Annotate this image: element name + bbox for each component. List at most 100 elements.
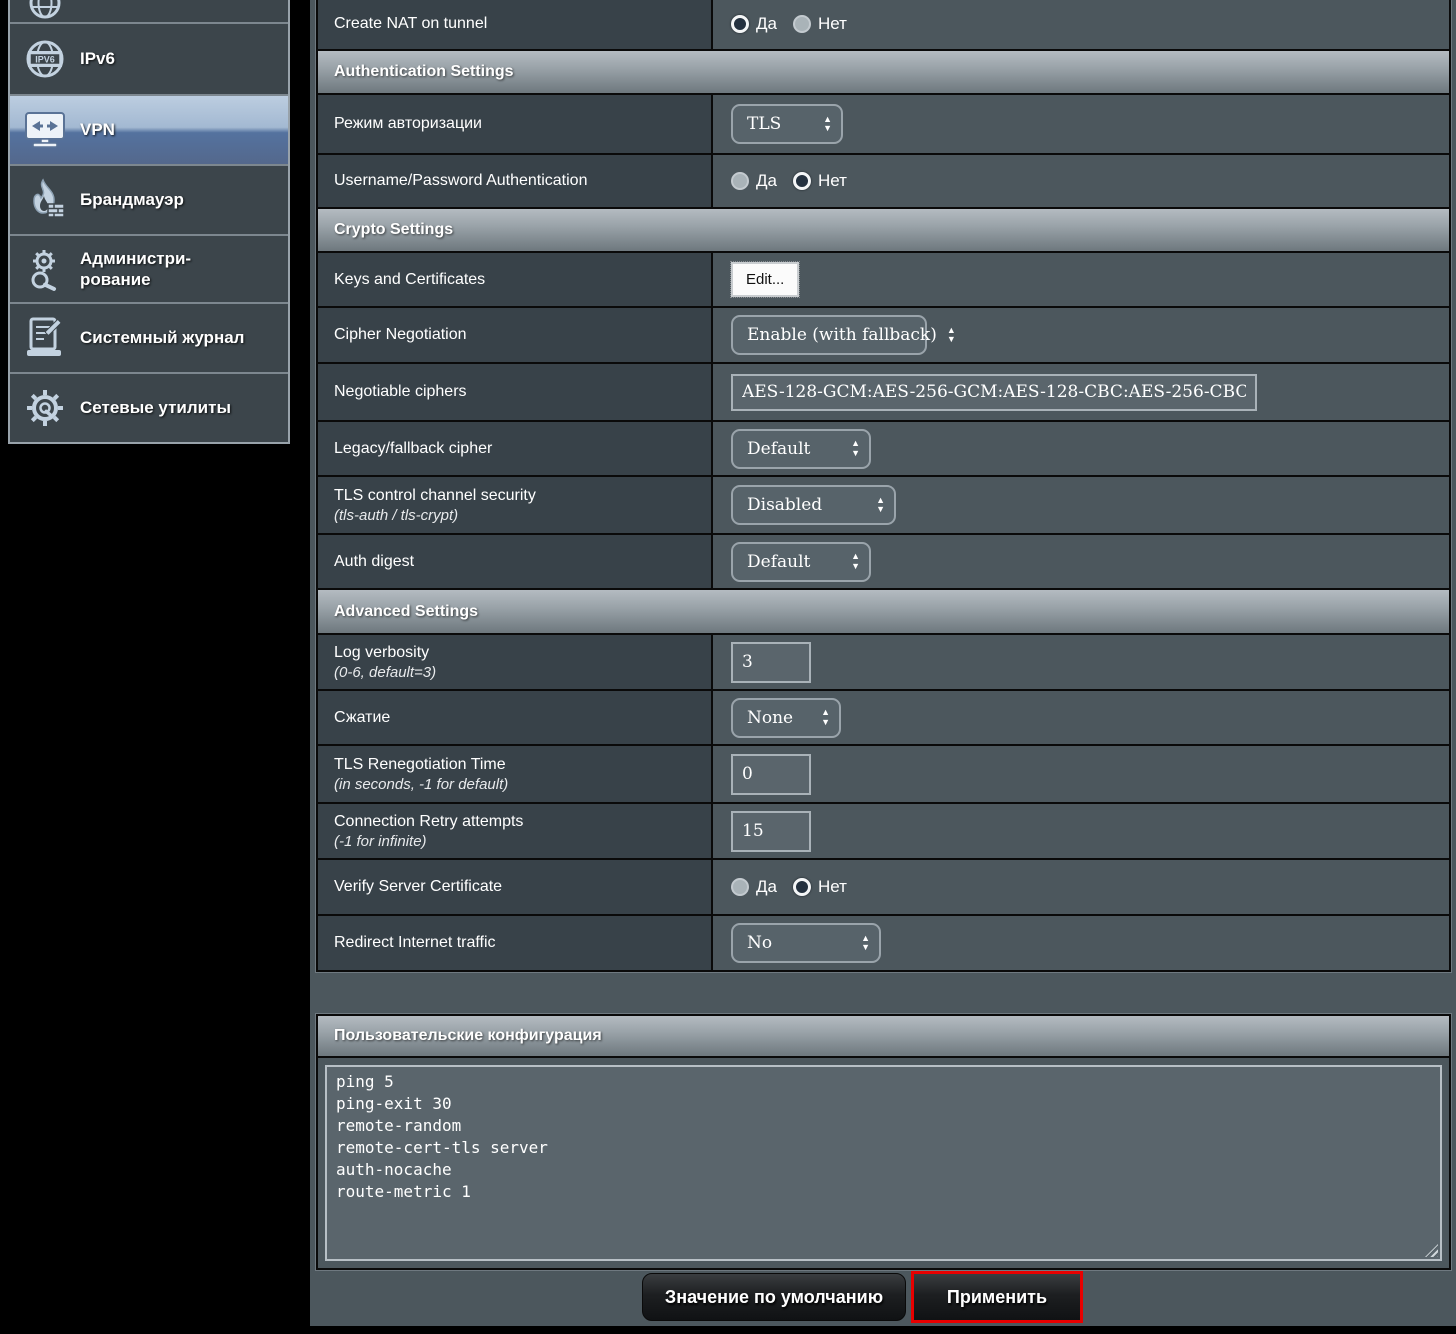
setting-label: Negotiable ciphers bbox=[334, 383, 701, 401]
sidebar-item-label: IPv6 bbox=[80, 48, 115, 69]
radio-no[interactable] bbox=[793, 172, 811, 190]
default-values-button[interactable]: Значение по умолчанию bbox=[642, 1273, 906, 1321]
redirect-traffic-select[interactable]: No ▲▼ bbox=[731, 923, 881, 963]
row-cipher-negotiation: Cipher Negotiation Enable (with fallback… bbox=[318, 308, 1449, 364]
select-arrows-icon: ▲▼ bbox=[861, 934, 870, 953]
radio-no-label: Нет bbox=[818, 171, 847, 191]
setting-label: TLS Renegotiation Time bbox=[334, 756, 701, 774]
select-arrows-icon: ▲▼ bbox=[851, 439, 860, 458]
radio-yes-label: Да bbox=[756, 877, 777, 897]
sidebar-item-label: Администри- рование bbox=[80, 248, 191, 291]
row-keys-certificates: Keys and Certificates Edit... bbox=[318, 253, 1449, 308]
radio-no-label: Нет bbox=[818, 14, 847, 34]
radio-no[interactable] bbox=[793, 15, 811, 33]
row-legacy-cipher: Legacy/fallback cipher Default ▲▼ bbox=[318, 422, 1449, 477]
select-arrows-icon: ▲▼ bbox=[823, 115, 832, 134]
radio-no[interactable] bbox=[793, 878, 811, 896]
setting-label: Connection Retry attempts bbox=[334, 813, 701, 831]
setting-label: Create NAT on tunnel bbox=[334, 15, 701, 33]
auth-mode-select[interactable]: TLS ▲▼ bbox=[731, 104, 843, 144]
vpn-settings-table: Create NAT on tunnel Да Нет Authenticati… bbox=[316, 0, 1451, 972]
retry-attempts-input[interactable] bbox=[731, 811, 811, 852]
sidebar-item-vpn[interactable]: VPN bbox=[10, 96, 288, 166]
row-create-nat: Create NAT on tunnel Да Нет bbox=[318, 0, 1449, 51]
setting-label: Legacy/fallback cipher bbox=[334, 440, 701, 458]
compression-select[interactable]: None ▲▼ bbox=[731, 698, 841, 738]
radio-no-label: Нет bbox=[818, 877, 847, 897]
radio-yes[interactable] bbox=[731, 15, 749, 33]
custom-config-field: ping 5 ping-exit 30 remote-random remote… bbox=[325, 1065, 1442, 1261]
row-compression: Сжатие None ▲▼ bbox=[318, 691, 1449, 746]
userpass-radio-group: Да Нет bbox=[731, 171, 863, 191]
tls-control-security-select[interactable]: Disabled ▲▼ bbox=[731, 485, 896, 525]
row-tls-renegotiation: TLS Renegotiation Time (in seconds, -1 f… bbox=[318, 746, 1449, 804]
custom-config-header: Пользовательские конфигурация bbox=[318, 1016, 1449, 1058]
setting-sublabel: (0-6, default=3) bbox=[334, 664, 701, 681]
sidebar-item-administration[interactable]: Администри- рование bbox=[10, 236, 288, 304]
setting-label: Verify Server Certificate bbox=[334, 878, 701, 896]
row-userpass-auth: Username/Password Authentication Да Нет bbox=[318, 155, 1449, 209]
custom-config-textarea[interactable]: ping 5 ping-exit 30 remote-random remote… bbox=[327, 1067, 1440, 1259]
create-nat-radio-group: Да Нет bbox=[731, 14, 863, 34]
partial-globe-icon bbox=[22, 0, 68, 21]
apply-button-highlight: Применить bbox=[911, 1271, 1083, 1323]
tls-renegotiation-input[interactable] bbox=[731, 754, 811, 795]
apply-button[interactable]: Применить bbox=[914, 1274, 1080, 1320]
radio-yes-label: Да bbox=[756, 14, 777, 34]
log-verbosity-input[interactable] bbox=[731, 642, 811, 683]
negotiable-ciphers-input[interactable] bbox=[731, 374, 1257, 411]
footer-actions: Значение по умолчанию Применить bbox=[310, 1270, 1456, 1326]
firewall-flame-icon bbox=[22, 178, 68, 222]
main-content: Create NAT on tunnel Да Нет Authenticati… bbox=[310, 0, 1456, 1326]
row-auth-digest: Auth digest Default ▲▼ bbox=[318, 535, 1449, 590]
setting-sublabel: (in seconds, -1 for default) bbox=[334, 776, 701, 793]
setting-label: Сжатие bbox=[334, 709, 701, 727]
ipv6-globe-icon: IPV6 bbox=[22, 38, 68, 80]
select-arrows-icon: ▲▼ bbox=[851, 552, 860, 571]
row-tls-control-security: TLS control channel security (tls-auth /… bbox=[318, 477, 1449, 535]
sidebar-item-firewall[interactable]: Брандмауэр bbox=[10, 166, 288, 236]
sidebar-item-partial[interactable] bbox=[10, 0, 288, 24]
section-header-advanced: Advanced Settings bbox=[318, 590, 1449, 635]
sidebar: IPV6 IPv6 VPN bbox=[8, 0, 290, 444]
row-retry-attempts: Connection Retry attempts (-1 for infini… bbox=[318, 804, 1449, 860]
legacy-cipher-select[interactable]: Default ▲▼ bbox=[731, 429, 871, 469]
network-tools-gear-icon bbox=[22, 386, 68, 430]
section-header-authentication: Authentication Settings bbox=[318, 51, 1449, 95]
setting-label: Auth digest bbox=[334, 553, 701, 571]
sidebar-item-label: Брандмауэр bbox=[80, 189, 184, 210]
setting-label: Keys and Certificates bbox=[334, 271, 701, 289]
radio-yes[interactable] bbox=[731, 878, 749, 896]
sidebar-item-label: VPN bbox=[80, 119, 115, 140]
section-header-crypto: Crypto Settings bbox=[318, 209, 1449, 253]
setting-sublabel: (-1 for infinite) bbox=[334, 833, 701, 850]
setting-label: Username/Password Authentication bbox=[334, 172, 701, 190]
auth-digest-select[interactable]: Default ▲▼ bbox=[731, 542, 871, 582]
svg-text:IPV6: IPV6 bbox=[35, 55, 55, 65]
setting-sublabel: (tls-auth / tls-crypt) bbox=[334, 507, 701, 524]
select-arrows-icon: ▲▼ bbox=[821, 708, 830, 727]
custom-config-table: Пользовательские конфигурация ping 5 pin… bbox=[316, 1014, 1451, 1270]
cipher-negotiation-select[interactable]: Enable (with fallback) ▲▼ bbox=[731, 315, 927, 355]
setting-label: Cipher Negotiation bbox=[334, 326, 701, 344]
setting-label: Режим авторизации bbox=[334, 115, 701, 133]
row-log-verbosity: Log verbosity (0-6, default=3) bbox=[318, 635, 1449, 691]
radio-yes[interactable] bbox=[731, 172, 749, 190]
row-verify-server-cert: Verify Server Certificate Да Нет bbox=[318, 860, 1449, 916]
setting-label: Redirect Internet traffic bbox=[334, 934, 701, 952]
radio-yes-label: Да bbox=[756, 171, 777, 191]
sidebar-item-system-log[interactable]: Системный журнал bbox=[10, 304, 288, 374]
select-arrows-icon: ▲▼ bbox=[876, 496, 885, 515]
sidebar-item-label: Сетевые утилиты bbox=[80, 397, 231, 418]
select-arrows-icon: ▲▼ bbox=[947, 326, 956, 345]
sidebar-item-ipv6[interactable]: IPV6 IPv6 bbox=[10, 24, 288, 96]
row-auth-mode: Режим авторизации TLS ▲▼ bbox=[318, 95, 1449, 155]
administration-gears-icon bbox=[22, 247, 68, 291]
verify-cert-radio-group: Да Нет bbox=[731, 877, 863, 897]
row-negotiable-ciphers: Negotiable ciphers bbox=[318, 364, 1449, 422]
sidebar-item-network-tools[interactable]: Сетевые утилиты bbox=[10, 374, 288, 442]
vpn-monitor-icon bbox=[22, 110, 68, 150]
setting-label: TLS control channel security bbox=[334, 487, 701, 505]
keys-certificates-edit-button[interactable]: Edit... bbox=[731, 262, 799, 297]
setting-label: Log verbosity bbox=[334, 644, 701, 662]
